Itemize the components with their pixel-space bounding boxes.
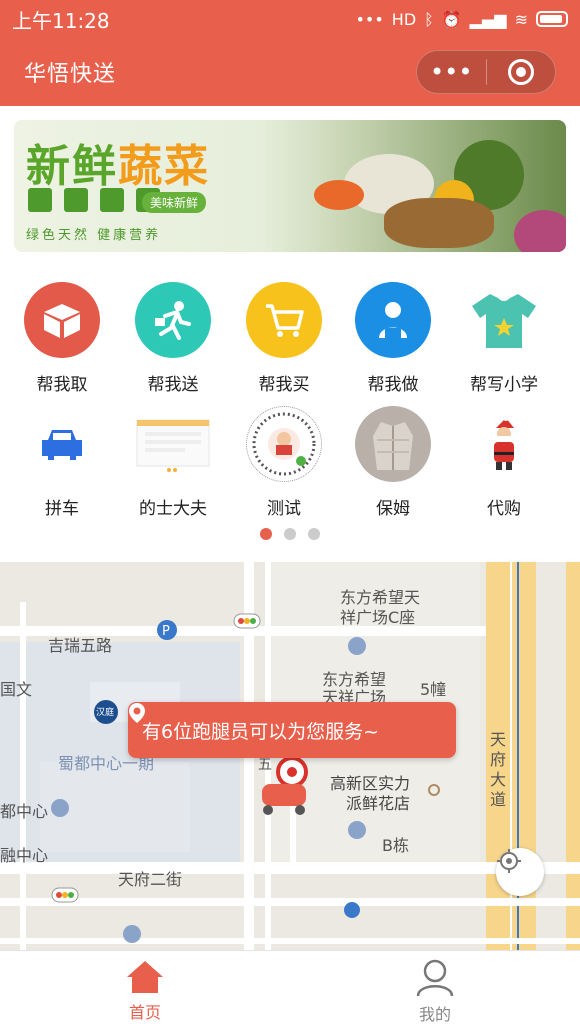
service-label: 帮我买: [258, 375, 310, 395]
map-label-hanting: 汉庭: [96, 708, 115, 718]
more-dots-icon: •••: [355, 9, 384, 29]
carrot-shape: [314, 180, 364, 210]
service-do[interactable]: 帮我做: [338, 282, 448, 402]
map-label-tianfu-ave: 天府大道: [490, 730, 507, 809]
tab-home[interactable]: 首页: [0, 951, 290, 1031]
banner-image[interactable]: 新鲜蔬菜 美味新鲜 绿色天然 健康营养: [14, 120, 566, 252]
runner-icon: [135, 282, 211, 358]
tab-mine[interactable]: 我的: [290, 951, 580, 1031]
status-icons: ••• HD ᛒ ⏰ ▂▄▆ ≋: [355, 10, 568, 29]
nav-bar: 华悟快送 •••: [0, 38, 580, 106]
banner-sub: 美味新鲜: [142, 192, 207, 213]
service-write[interactable]: 帮写小学: [449, 282, 559, 402]
worker-icon: [355, 282, 431, 358]
coat-icon: [355, 406, 431, 482]
service-label: 保姆: [376, 499, 410, 519]
service-label: 代购: [487, 499, 521, 519]
service-pickup[interactable]: 帮我取: [7, 282, 117, 402]
banner-section: 新鲜蔬菜 美味新鲜 绿色天然 健康营养: [0, 106, 580, 266]
tab-mine-label: 我的: [418, 1005, 451, 1024]
location-pin-icon: [129, 703, 145, 723]
cart-icon: [246, 282, 322, 358]
crosshair-icon: [497, 849, 521, 873]
service-carpool[interactable]: 拼车: [7, 406, 117, 526]
banner-title: 新鲜蔬菜: [26, 141, 210, 192]
service-label: 测试: [267, 499, 301, 519]
service-buy[interactable]: 帮我买: [229, 282, 339, 402]
service-grid: 帮我取 帮我送 帮我买 帮我做 帮写小学 拼车 的士大夫 测试 保姆 代购: [0, 266, 580, 562]
service-taxi[interactable]: 的士大夫: [118, 406, 228, 526]
page-title: 华悟快送: [24, 62, 117, 87]
map-label-east1b: 祥广场C座: [340, 608, 416, 627]
battery-icon: [536, 11, 568, 27]
map-label-tianfu2: 天府二街: [118, 870, 183, 889]
tab-home-label: 首页: [128, 1003, 161, 1022]
courier-tooltip[interactable]: 有6位跑腿员可以为您服务~: [128, 702, 456, 758]
status-time: 上午11:28: [12, 8, 110, 33]
map-label-jirui: 吉瑞五路: [48, 636, 113, 655]
close-button[interactable]: [487, 51, 556, 93]
page-dot-1[interactable]: [260, 528, 272, 540]
grid-pagination: [0, 528, 580, 540]
service-label: 帮我取: [36, 375, 88, 395]
more-icon: •••: [430, 58, 473, 86]
tshirt-icon: [466, 282, 542, 358]
banner-slogan: 绿色天然 健康营养: [26, 228, 162, 243]
santa-icon: [466, 406, 542, 482]
map-view[interactable]: P 东方希望天 祥广场C座 吉瑞五路 东方希望 天祥广场 5幢 国文 汉庭 蜀都…: [0, 562, 580, 950]
map-label-bdong: B栋: [382, 836, 409, 855]
service-deliver[interactable]: 帮我送: [118, 282, 228, 402]
home-icon: [127, 961, 163, 993]
svg-text:P: P: [162, 624, 170, 639]
service-label: 帮我做: [367, 375, 419, 395]
banner-tags: [28, 188, 160, 212]
map-label-wen: 国文: [0, 680, 33, 699]
service-label: 的士大夫: [139, 499, 207, 519]
alarm-icon: ⏰: [441, 9, 462, 29]
map-label-building5: 5幢: [420, 680, 447, 699]
car-icon: [24, 406, 100, 482]
page-dot-3[interactable]: [308, 528, 320, 540]
status-bar: 上午11:28 ••• HD ᛒ ⏰ ▂▄▆ ≋: [0, 0, 580, 38]
user-icon: [416, 959, 454, 997]
service-label: 拼车: [45, 499, 79, 519]
page-dot-2[interactable]: [284, 528, 296, 540]
map-label-gaoxinb: 派鲜花店: [346, 794, 411, 813]
service-nanny[interactable]: 保姆: [338, 406, 448, 526]
more-menu-button[interactable]: •••: [417, 51, 486, 93]
document-icon: [135, 406, 211, 482]
box-icon: [24, 282, 100, 358]
wifi-icon: ≋: [514, 9, 528, 29]
map-label-center2: 融中心: [0, 846, 49, 865]
courier-tooltip-text: 有6位跑腿员可以为您服务~: [142, 720, 380, 743]
basket-shape: [384, 198, 494, 248]
bluetooth-icon: ᛒ: [424, 9, 434, 29]
cellular-icon: ▂▄▆: [469, 9, 507, 29]
service-agent-buy[interactable]: 代购: [449, 406, 559, 526]
mini-program-capsule: •••: [416, 50, 556, 94]
cabbage-shape: [514, 210, 566, 252]
map-label-center1: 都中心: [0, 802, 49, 821]
signal-label: HD: [391, 9, 417, 29]
close-target-icon: [507, 59, 534, 85]
locate-me-button[interactable]: [496, 848, 544, 896]
tab-bar: 首页 我的: [0, 950, 580, 1031]
qrcode-icon: [246, 406, 322, 482]
service-test[interactable]: 测试: [229, 406, 339, 526]
service-label: 帮写小学: [470, 375, 538, 395]
service-label: 帮我送: [147, 375, 199, 395]
